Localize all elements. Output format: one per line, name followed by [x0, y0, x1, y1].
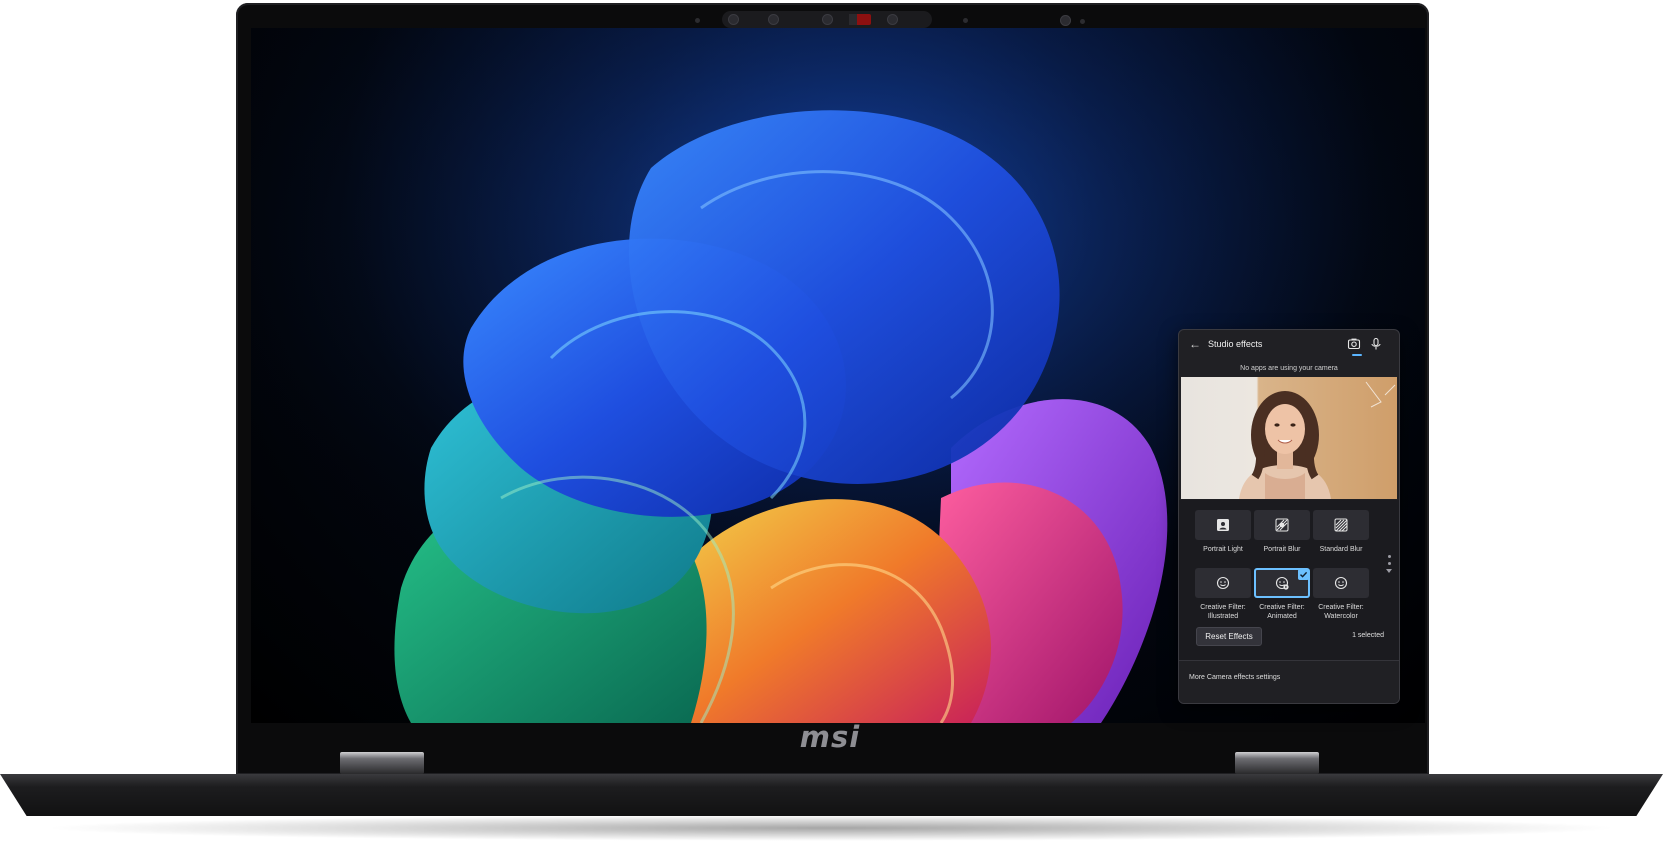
portrait-light-icon — [1217, 519, 1229, 531]
effect-label: Creative Filter: Illustrated — [1200, 604, 1246, 620]
scroll-indicator-dot[interactable] — [1388, 562, 1391, 565]
camera-lens-icon — [768, 14, 779, 25]
face-filter-icon — [1216, 576, 1230, 590]
reset-effects-button[interactable]: Reset Effects — [1196, 627, 1262, 646]
privacy-shutter — [849, 14, 871, 25]
hinge — [340, 752, 424, 774]
scroll-down-icon[interactable] — [1386, 569, 1392, 573]
effect-tile-portrait-blur[interactable] — [1254, 510, 1310, 540]
portrait-blur-icon — [1275, 518, 1289, 532]
scroll-indicator-dot[interactable] — [1388, 555, 1391, 558]
effect-label: Portrait Light — [1203, 546, 1243, 553]
effect-tile-creative-illustrated[interactable] — [1195, 568, 1251, 598]
msi-logo: msi — [799, 720, 861, 754]
ir-emitter-icon — [887, 14, 898, 25]
sensor-dot-icon — [1080, 19, 1085, 24]
effect-label: Standard Blur — [1319, 546, 1363, 553]
camera-preview — [1181, 377, 1397, 499]
flyout-header: ← Studio effects — [1179, 330, 1399, 360]
camera-icon[interactable] — [1347, 337, 1361, 351]
effect-label: Creative Filter: Animated — [1259, 604, 1305, 620]
active-tab-indicator — [1352, 354, 1362, 356]
ir-sensor-icon — [728, 14, 739, 25]
camera-status-message: No apps are using your camera — [1240, 365, 1338, 372]
effect-label: Portrait Blur — [1263, 546, 1301, 553]
camera-lens-icon — [822, 14, 833, 25]
mic-hole-icon — [695, 18, 700, 23]
back-arrow-icon[interactable]: ← — [1189, 338, 1201, 350]
studio-effects-flyout: ← Studio effects No apps are using your … — [1178, 329, 1400, 704]
base-shadow — [40, 815, 1623, 841]
mic-hole-icon — [963, 18, 968, 23]
microphone-icon[interactable] — [1369, 337, 1383, 351]
check-icon — [1298, 569, 1309, 580]
hinge — [1235, 752, 1319, 774]
effect-label: Creative Filter: Watercolor — [1318, 604, 1364, 620]
effect-tile-standard-blur[interactable] — [1313, 510, 1369, 540]
effect-tile-creative-animated[interactable] — [1254, 568, 1310, 598]
webcam-module — [722, 11, 932, 28]
effect-tile-portrait-light[interactable] — [1195, 510, 1251, 540]
more-camera-settings-link[interactable]: More Camera effects settings — [1189, 674, 1280, 681]
ambient-light-sensor-icon — [1060, 15, 1071, 26]
selected-count: 1 selected — [1352, 632, 1384, 639]
standard-blur-icon — [1334, 518, 1348, 532]
face-filter-icon — [1334, 576, 1348, 590]
flyout-title: Studio effects — [1208, 339, 1263, 349]
flyout-footer: More Camera effects settings — [1179, 660, 1399, 703]
laptop-base — [0, 774, 1663, 816]
face-filter-animated-icon — [1275, 576, 1289, 590]
effect-tile-creative-watercolor[interactable] — [1313, 568, 1369, 598]
